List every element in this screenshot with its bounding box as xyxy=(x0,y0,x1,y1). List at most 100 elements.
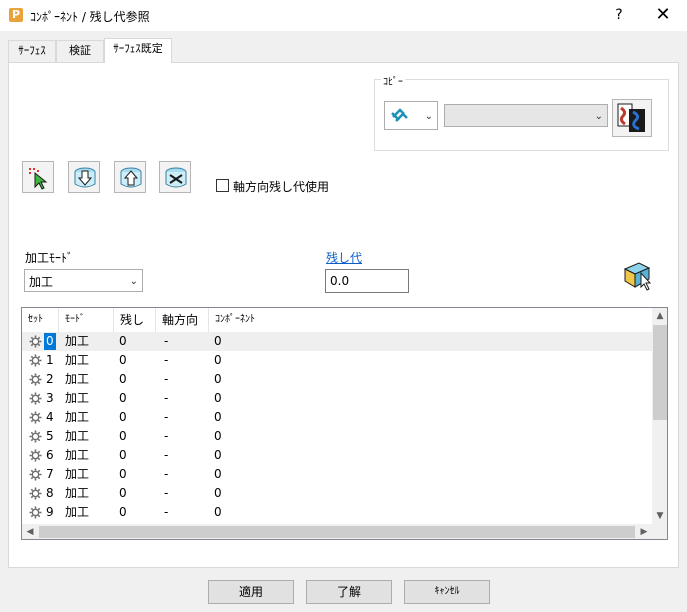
gear-icon xyxy=(29,392,42,405)
scroll-left-icon[interactable]: ◀ xyxy=(22,524,38,539)
table-body: 0 加工 0-0 1 加工 0-0 2 加工 0-0 3 加工 0-0 4 加工 0-0 5 加工 0-0 6 加工 0… xyxy=(22,332,652,522)
tab-verify[interactable]: 検証 xyxy=(56,40,104,62)
close-button[interactable]: ✕ xyxy=(648,4,678,26)
col-header-allowance[interactable]: 残し代 xyxy=(114,308,156,351)
gear-icon xyxy=(29,373,42,386)
vertical-scroll-thumb[interactable] xyxy=(653,325,667,420)
set-number: 9 xyxy=(46,505,54,519)
allowance-cell: 0 xyxy=(119,429,127,443)
gear-icon xyxy=(29,449,42,462)
axial-cell: - xyxy=(164,505,169,519)
machining-mode-label: 加工ﾓｰﾄﾞ xyxy=(25,251,74,265)
gear-icon xyxy=(29,468,42,481)
allowance-set-table[interactable]: ｾｯﾄ ﾓｰﾄﾞ 残し代 軸方向 ｺﾝﾎﾟｰﾈﾝﾄ 0加工0-01加工0-02加… xyxy=(21,307,668,540)
table-row[interactable]: 3 加工 0 - 0 xyxy=(22,389,652,408)
copy-button[interactable] xyxy=(612,99,652,137)
move-down-button[interactable] xyxy=(68,161,100,193)
component-cell: 0 xyxy=(214,486,222,500)
ok-button[interactable]: 了解 xyxy=(306,580,392,604)
gear-icon xyxy=(29,354,42,367)
help-button[interactable]: ? xyxy=(606,4,632,26)
table-row[interactable]: 4 加工 0 - 0 xyxy=(22,408,652,427)
mode-cell: 加工 xyxy=(65,334,90,348)
allowance-link[interactable]: 残し代 xyxy=(326,249,362,266)
swap-button[interactable] xyxy=(159,161,191,193)
table-row[interactable]: 6 加工 0 - 0 xyxy=(22,446,652,465)
copy-mode-combo[interactable]: ⌄ xyxy=(384,101,438,130)
table-row[interactable]: 9 加工 0 - 0 xyxy=(22,503,652,522)
axial-cell: - xyxy=(164,410,169,424)
title-bar: P ｺﾝﾎﾟｰﾈﾝﾄ / 残し代参照 ? ✕ xyxy=(0,0,687,31)
col-header-set[interactable]: ｾｯﾄ xyxy=(22,308,59,332)
allowance-input[interactable]: 0.0 xyxy=(325,269,409,293)
allowance-cell: 0 xyxy=(119,448,127,462)
apply-button[interactable]: 適用 xyxy=(208,580,294,604)
axial-cell: - xyxy=(164,372,169,386)
component-cell: 0 xyxy=(214,448,222,462)
component-cell: 0 xyxy=(214,429,222,443)
axial-cell: - xyxy=(164,353,169,367)
axial-allowance-checkbox[interactable] xyxy=(216,179,229,192)
app-icon: P xyxy=(9,8,23,22)
set-number: 1 xyxy=(46,353,54,367)
horizontal-scrollbar[interactable]: ◀ ▶ xyxy=(22,524,652,539)
copy-target-combo[interactable]: ⌄ xyxy=(444,104,608,127)
select-components-button[interactable] xyxy=(22,161,54,193)
component-cell: 0 xyxy=(214,334,222,348)
cancel-button[interactable]: ｷｬﾝｾﾙ xyxy=(404,580,490,604)
table-row[interactable]: 8 加工 0 - 0 xyxy=(22,484,652,503)
copy-allowance-icon xyxy=(617,103,645,132)
vertical-scrollbar[interactable]: ▲ ▼ xyxy=(652,308,667,524)
table-row[interactable]: 5 加工 0 - 0 xyxy=(22,427,652,446)
set-number: 5 xyxy=(46,429,54,443)
allowance-cell: 0 xyxy=(119,391,127,405)
set-number: 2 xyxy=(46,372,54,386)
tab-surface-defaults[interactable]: ｻｰﾌｪｽ既定 xyxy=(104,38,172,63)
table-row[interactable]: 2 加工 0 - 0 xyxy=(22,370,652,389)
allowance-cell: 0 xyxy=(119,334,127,348)
set-number: 8 xyxy=(46,486,54,500)
component-cell: 0 xyxy=(214,391,222,405)
scroll-up-icon[interactable]: ▲ xyxy=(652,308,667,324)
axial-cell: - xyxy=(164,429,169,443)
chevron-down-icon: ⌄ xyxy=(424,110,433,122)
move-up-button[interactable] xyxy=(114,161,146,193)
axial-cell: - xyxy=(164,467,169,481)
gear-icon xyxy=(29,411,42,424)
col-header-component[interactable]: ｺﾝﾎﾟｰﾈﾝﾄ xyxy=(209,308,289,332)
component-cell: 0 xyxy=(214,372,222,386)
axial-allowance-label: 軸方向残し代使用 xyxy=(233,180,330,194)
copy-group-label: ｺﾋﾟｰ xyxy=(381,73,405,88)
gear-icon xyxy=(29,506,42,519)
machining-mode-select[interactable]: 加工 ⌄ xyxy=(24,269,143,292)
mode-cell: 加工 xyxy=(65,372,90,386)
scroll-down-icon[interactable]: ▼ xyxy=(652,508,667,524)
apply-to-model-button[interactable] xyxy=(621,259,655,291)
mode-cell: 加工 xyxy=(65,429,90,443)
set-number: 3 xyxy=(46,391,54,405)
mode-cell: 加工 xyxy=(65,467,90,481)
allowance-cell: 0 xyxy=(119,353,127,367)
mode-cell: 加工 xyxy=(65,486,90,500)
col-header-mode[interactable]: ﾓｰﾄﾞ xyxy=(59,308,114,332)
component-cell: 0 xyxy=(214,410,222,424)
block-cursor-icon xyxy=(623,262,652,291)
axial-cell: - xyxy=(164,391,169,405)
allowance-cell: 0 xyxy=(119,467,127,481)
table-row[interactable]: 7 加工 0 - 0 xyxy=(22,465,652,484)
col-header-axial[interactable]: 軸方向 xyxy=(156,308,209,332)
surface-icon xyxy=(389,105,411,127)
tab-surface[interactable]: ｻｰﾌｪｽ xyxy=(8,40,56,62)
mode-cell: 加工 xyxy=(65,391,90,405)
axial-cell: - xyxy=(164,334,169,348)
allowance-cell: 0 xyxy=(119,505,127,519)
set-number: 6 xyxy=(46,448,54,462)
component-cell: 0 xyxy=(214,353,222,367)
set-number: 0 xyxy=(44,333,56,350)
mode-cell: 加工 xyxy=(65,410,90,424)
horizontal-scroll-thumb[interactable] xyxy=(39,526,635,538)
table-row[interactable]: 1 加工 0 - 0 xyxy=(22,351,652,370)
mode-cell: 加工 xyxy=(65,448,90,462)
table-row[interactable]: 0 加工 0 - 0 xyxy=(22,332,652,351)
scroll-right-icon[interactable]: ▶ xyxy=(636,524,652,539)
